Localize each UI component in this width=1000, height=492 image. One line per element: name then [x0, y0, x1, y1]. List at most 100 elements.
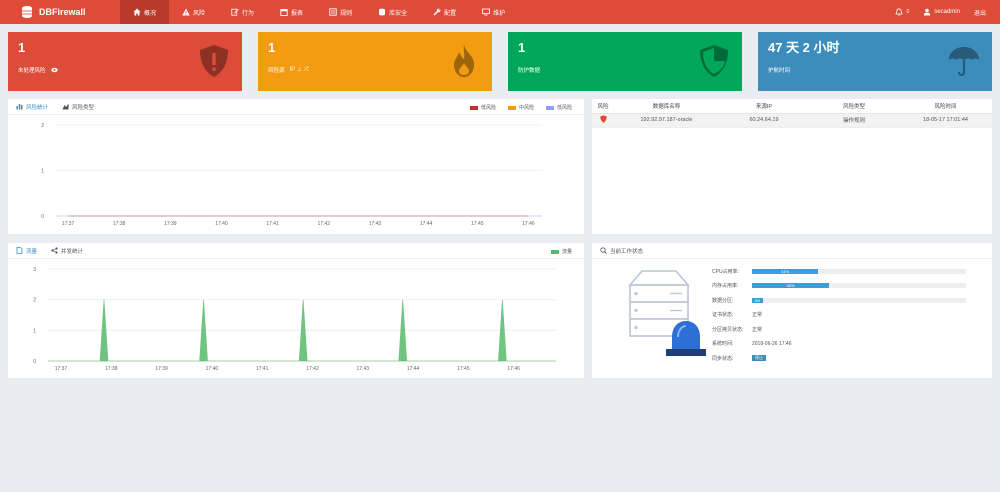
y-tick-label: 2 — [33, 298, 36, 304]
tab-concurrency[interactable]: 并发统计 — [51, 247, 83, 255]
cpu-progress-bar: 31% — [752, 268, 966, 274]
nav-item-rules[interactable]: 规则 — [316, 0, 365, 24]
x-tick-label: 17:44 — [420, 221, 433, 227]
status-key: 证书状态: — [712, 312, 734, 319]
stat-label: 护航时间 — [768, 68, 791, 74]
monitor-icon — [482, 8, 490, 16]
risk-legend: 低风险 中风险 低风险 — [469, 104, 572, 111]
table-row[interactable]: 192.92.97.187-oracle 60.24.64.19 操作规则 18… — [592, 113, 992, 128]
warning-icon — [182, 8, 190, 16]
x-tick-label: 17:39 — [155, 366, 168, 372]
source-ip-cell: 60.24.64.19 — [719, 113, 809, 128]
tab-label: 风险类型 — [72, 104, 95, 111]
list-icon — [329, 8, 337, 16]
nav-item-config[interactable]: 配置 — [420, 0, 469, 24]
legend-label: 中风险 — [518, 105, 534, 111]
nav-label: 行为 — [242, 10, 255, 17]
risk-table-panel: 风险 数据库名称 来源IP 风险类型 风险时间 192.92.97.187-or… — [592, 99, 992, 234]
legend-item[interactable]: 流量 — [550, 248, 572, 255]
legend-label: 低风险 — [480, 105, 496, 111]
x-tick-label: 17:41 — [266, 221, 279, 227]
fire-icon — [454, 45, 474, 77]
user-icon — [924, 8, 931, 16]
stat-box-risk-source[interactable]: 1 风险源 IP ⊥ ⤮ — [258, 32, 492, 91]
column-header-db[interactable]: 数据库名称 — [614, 99, 719, 114]
x-tick-label: 17:42 — [306, 366, 319, 372]
status-badge[interactable]: 停止 — [752, 355, 766, 362]
work-status-header: 当前工作状态 — [592, 243, 992, 259]
nav-item-db-security[interactable]: 库安全 — [365, 0, 420, 24]
tab-label: 风险统计 — [26, 104, 49, 111]
bar-chart-icon — [16, 104, 23, 110]
user-menu[interactable]: secadmin — [923, 8, 960, 16]
nav-item-behavior[interactable]: 行为 — [218, 0, 267, 24]
status-row-system-time: 系统时间: 2018-06-26 17:46 — [712, 337, 967, 352]
risk-level-cell — [592, 113, 614, 128]
main-nav: 概况 风险 行为 报表 规则 库安全 配置 维护 — [120, 0, 518, 24]
memory-progress-bar: 36% — [752, 283, 966, 289]
status-row-cpu: CPU占用率: 31% — [712, 264, 967, 279]
risk-line-chart: 2 1 0 17:37 17:38 17:39 17:40 17:41 17:42 17:43 17… — [41, 123, 542, 227]
status-row-sync: 同步状态: 停止 — [712, 351, 967, 366]
column-header-time[interactable]: 风险时间 — [899, 99, 992, 114]
username: secadmin — [934, 9, 960, 15]
legend-item[interactable]: 中风险 — [507, 104, 534, 111]
nav-item-report[interactable]: 报表 — [267, 0, 316, 24]
status-value: 正常 — [752, 312, 763, 319]
stat-box-protected-data[interactable]: 1 防护数据 — [508, 32, 742, 91]
column-header-type[interactable]: 风险类型 — [809, 99, 899, 114]
nav-label: 规则 — [340, 10, 353, 17]
x-tick-label: 17:40 — [206, 366, 219, 372]
stat-box-unhandled-risk[interactable]: 1 未处理风险 — [8, 32, 242, 91]
legend-swatch — [507, 105, 516, 110]
status-key: CPU占用率: — [712, 268, 739, 275]
nav-label: 配置 — [444, 10, 457, 17]
file-icon — [16, 247, 23, 254]
nav-item-risk[interactable]: 风险 — [169, 0, 218, 24]
status-value: 正常 — [752, 326, 763, 333]
shield-alert-icon — [200, 45, 228, 77]
nav-label: 维护 — [493, 10, 506, 17]
risk-time-cell: 18-05-17 17:01:44 — [899, 113, 992, 128]
status-key: 内存占用率: — [712, 283, 739, 290]
column-header-ip[interactable]: 来源IP — [719, 99, 809, 114]
table-header-row: 风险 数据库名称 来源IP 风险类型 风险时间 — [592, 99, 992, 114]
stat-label: 未处理风险 — [18, 68, 46, 74]
database-icon — [379, 8, 386, 16]
nav-label: 报表 — [291, 10, 304, 17]
nav-item-maintenance[interactable]: 维护 — [469, 0, 518, 24]
nav-label: 概况 — [144, 10, 157, 17]
stat-label: 防护数据 — [518, 68, 541, 74]
legend-item[interactable]: 低风险 — [545, 104, 572, 111]
eye-icon[interactable] — [50, 67, 58, 73]
brand[interactable]: DBFirewall — [0, 5, 120, 19]
status-row-copy: 分区拷贝状态: 正常 — [712, 322, 967, 337]
work-status-panel: 当前工作状态 CPU占用率: 31% 内存占用率: 36% 数据分区: 4% 证… — [592, 243, 992, 378]
x-tick-label: 17:38 — [113, 221, 126, 227]
logout-link[interactable]: 退出 — [974, 8, 986, 17]
legend-swatch — [469, 105, 478, 110]
edit-icon — [231, 8, 239, 16]
stat-box-guard-time[interactable]: 47 天 2 小时 护航时间 — [758, 32, 992, 91]
nav-item-overview[interactable]: 概况 — [120, 0, 170, 24]
stat-extra[interactable]: IP ⊥ ⤮ — [290, 66, 309, 74]
traffic-legend: 流量 — [550, 248, 572, 255]
legend-item[interactable]: 低风险 — [469, 104, 496, 111]
status-key: 同步状态: — [712, 355, 734, 362]
tab-risk-types[interactable]: 风险类型 — [62, 103, 94, 111]
tab-traffic[interactable]: 流量 — [16, 247, 37, 255]
share-icon — [51, 247, 58, 254]
umbrella-icon — [949, 47, 979, 77]
x-tick-label: 17:46 — [507, 366, 520, 372]
notifications-button[interactable]: 0 — [894, 8, 909, 16]
x-tick-label: 17:37 — [55, 366, 68, 372]
server-alarm-icon — [628, 270, 706, 356]
tab-risk-stats[interactable]: 风险统计 — [16, 103, 48, 111]
x-tick-label: 17:46 — [522, 221, 535, 227]
shield-red-icon — [599, 115, 607, 123]
status-value: 2018-06-26 17:46 — [752, 340, 792, 347]
status-row-partition: 数据分区: 4% — [712, 293, 967, 308]
area-chart-icon — [62, 103, 69, 110]
column-header-level[interactable]: 风险 — [592, 99, 614, 114]
search-icon — [600, 247, 607, 254]
